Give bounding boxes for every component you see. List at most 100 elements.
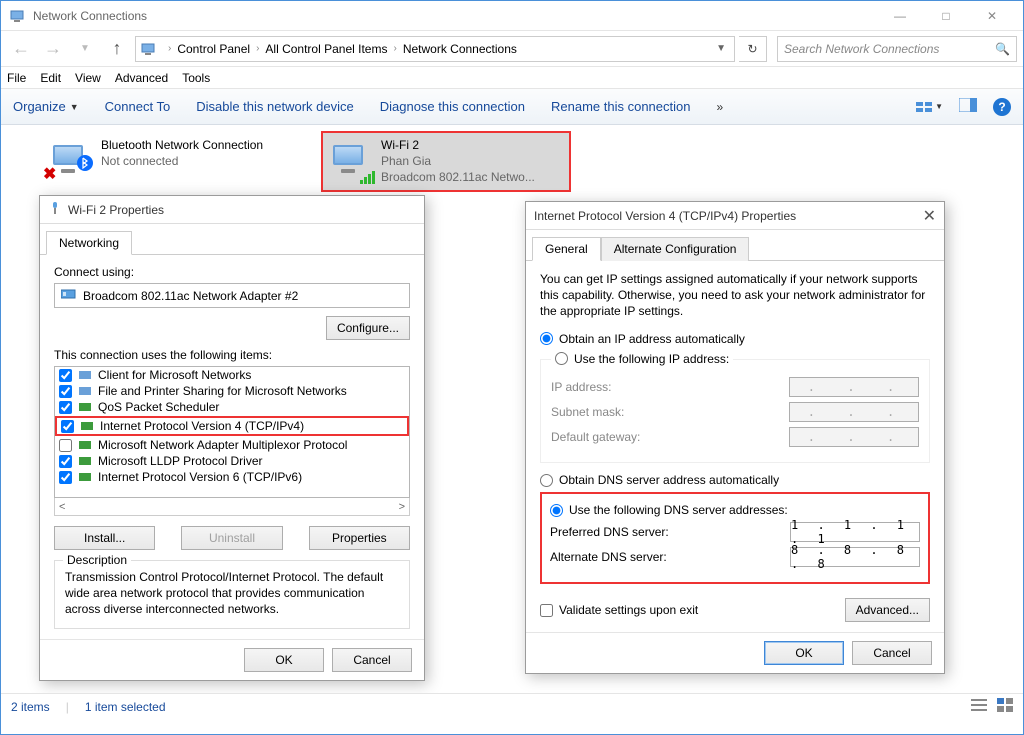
scrollbar-horizontal[interactable]: < > bbox=[54, 498, 410, 516]
maximize-button[interactable]: □ bbox=[923, 1, 969, 31]
back-button[interactable]: ← bbox=[7, 35, 35, 63]
radio-static-dns-row[interactable]: Use the following DNS server addresses: bbox=[550, 503, 920, 517]
radio-static-dns-label: Use the following DNS server addresses: bbox=[569, 503, 788, 517]
protocol-icon bbox=[80, 419, 94, 433]
preview-pane-icon[interactable] bbox=[959, 98, 977, 115]
radio-auto-dns[interactable] bbox=[540, 474, 553, 487]
content-area: ✖ Bluetooth Network Connection Not conne… bbox=[1, 125, 1023, 719]
dialog-titlebar[interactable]: Wi-Fi 2 Properties bbox=[40, 196, 424, 224]
adapter-field: Broadcom 802.11ac Network Adapter #2 bbox=[54, 283, 410, 308]
list-item[interactable]: Client for Microsoft Networks bbox=[55, 367, 409, 383]
radio-auto-dns-row[interactable]: Obtain DNS server address automatically bbox=[540, 473, 930, 487]
list-item[interactable]: Microsoft LLDP Protocol Driver bbox=[55, 453, 409, 469]
dialog-titlebar[interactable]: Internet Protocol Version 4 (TCP/IPv4) P… bbox=[526, 202, 944, 230]
radio-auto-ip-row[interactable]: Obtain an IP address automatically bbox=[540, 332, 930, 346]
cmd-overflow[interactable]: » bbox=[716, 100, 723, 114]
item-checkbox[interactable] bbox=[59, 385, 72, 398]
breadcrumb-item[interactable]: Network Connections bbox=[403, 42, 517, 56]
menu-tools[interactable]: Tools bbox=[182, 71, 210, 85]
alternate-dns-input[interactable]: 8 . 8 . 8 . 8 bbox=[790, 547, 920, 567]
view-details-icon[interactable] bbox=[971, 698, 987, 715]
refresh-button[interactable]: ↻ bbox=[739, 36, 767, 62]
window-title: Network Connections bbox=[33, 9, 147, 23]
cancel-button[interactable]: Cancel bbox=[332, 648, 412, 672]
help-text: You can get IP settings assigned automat… bbox=[540, 271, 930, 320]
validate-checkbox[interactable] bbox=[540, 604, 553, 617]
dialog-buttons: OK Cancel bbox=[40, 639, 424, 680]
minimize-button[interactable]: ― bbox=[877, 1, 923, 31]
gateway-input: . . . bbox=[789, 427, 919, 447]
breadcrumb[interactable]: › Control Panel › All Control Panel Item… bbox=[135, 36, 735, 62]
window-titlebar: Network Connections ― □ ✕ bbox=[1, 1, 1023, 31]
install-button[interactable]: Install... bbox=[54, 526, 155, 550]
cmd-rename[interactable]: Rename this connection bbox=[551, 99, 690, 114]
description-legend: Description bbox=[63, 553, 131, 567]
cmd-connect-to[interactable]: Connect To bbox=[105, 99, 171, 114]
list-item[interactable]: Internet Protocol Version 6 (TCP/IPv6) bbox=[55, 469, 409, 485]
tab-alternate[interactable]: Alternate Configuration bbox=[601, 237, 750, 261]
close-icon[interactable]: ✕ bbox=[923, 206, 936, 226]
breadcrumb-caret-icon[interactable]: ▼ bbox=[716, 43, 730, 54]
cmd-diagnose[interactable]: Diagnose this connection bbox=[380, 99, 525, 114]
status-bar: 2 items | 1 item selected bbox=[1, 693, 1023, 719]
menu-view[interactable]: View bbox=[75, 71, 101, 85]
adapter-icon: ✖ bbox=[47, 137, 91, 181]
cancel-button[interactable]: Cancel bbox=[852, 641, 932, 665]
item-checkbox[interactable] bbox=[59, 439, 72, 452]
list-item[interactable]: File and Printer Sharing for Microsoft N… bbox=[55, 383, 409, 399]
list-item[interactable]: Microsoft Network Adapter Multiplexor Pr… bbox=[55, 437, 409, 453]
ip-address-input: . . . bbox=[789, 377, 919, 397]
description-text: Transmission Control Protocol/Internet P… bbox=[65, 569, 399, 618]
adapter-item-bluetooth[interactable]: ✖ Bluetooth Network Connection Not conne… bbox=[41, 131, 291, 192]
menu-advanced[interactable]: Advanced bbox=[115, 71, 168, 85]
item-checkbox[interactable] bbox=[59, 401, 72, 414]
close-button[interactable]: ✕ bbox=[969, 1, 1015, 31]
nic-icon bbox=[61, 288, 77, 303]
view-options-icon[interactable]: ▼ bbox=[916, 100, 943, 114]
scroll-right-icon[interactable]: > bbox=[399, 501, 405, 513]
radio-static-ip[interactable] bbox=[555, 352, 568, 365]
list-item-ipv4[interactable]: Internet Protocol Version 4 (TCP/IPv4) bbox=[55, 416, 409, 436]
item-label: Internet Protocol Version 6 (TCP/IPv6) bbox=[98, 470, 302, 484]
up-button[interactable]: ↑ bbox=[103, 35, 131, 63]
breadcrumb-item[interactable]: All Control Panel Items bbox=[265, 42, 387, 56]
item-checkbox[interactable] bbox=[61, 420, 74, 433]
tab-networking[interactable]: Networking bbox=[46, 231, 132, 255]
adapter-item-wifi[interactable]: Wi-Fi 2 Phan Gia Broadcom 802.11ac Netwo… bbox=[321, 131, 571, 192]
item-checkbox[interactable] bbox=[59, 455, 72, 468]
ok-button[interactable]: OK bbox=[764, 641, 844, 665]
dialog-body: You can get IP settings assigned automat… bbox=[526, 261, 944, 632]
protocol-icon bbox=[78, 438, 92, 452]
radio-auto-dns-label: Obtain DNS server address automatically bbox=[559, 473, 779, 487]
preferred-dns-input[interactable]: 1 . 1 . 1 . 1 bbox=[790, 522, 920, 542]
wifi-properties-dialog: Wi-Fi 2 Properties Networking Connect us… bbox=[39, 195, 425, 681]
cmd-disable-device[interactable]: Disable this network device bbox=[196, 99, 354, 114]
advanced-button[interactable]: Advanced... bbox=[845, 598, 930, 622]
organize-menu[interactable]: Organize ▼ bbox=[13, 99, 79, 114]
search-input[interactable]: Search Network Connections 🔍 bbox=[777, 36, 1017, 62]
item-checkbox[interactable] bbox=[59, 369, 72, 382]
ok-button[interactable]: OK bbox=[244, 648, 324, 672]
search-icon[interactable]: 🔍 bbox=[995, 42, 1010, 56]
breadcrumb-item[interactable]: Control Panel bbox=[177, 42, 250, 56]
view-large-icons-icon[interactable] bbox=[997, 698, 1013, 715]
item-checkbox[interactable] bbox=[59, 471, 72, 484]
item-properties-button[interactable]: Properties bbox=[309, 526, 410, 550]
menu-file[interactable]: File bbox=[7, 71, 26, 85]
radio-auto-ip[interactable] bbox=[540, 332, 553, 345]
tab-general[interactable]: General bbox=[532, 237, 601, 261]
list-item[interactable]: QoS Packet Scheduler bbox=[55, 399, 409, 415]
radio-static-dns[interactable] bbox=[550, 504, 563, 517]
item-label: QoS Packet Scheduler bbox=[98, 400, 219, 414]
help-icon[interactable]: ? bbox=[993, 98, 1011, 116]
forward-button[interactable]: → bbox=[39, 35, 67, 63]
protocol-listbox[interactable]: Client for Microsoft Networks File and P… bbox=[54, 366, 410, 498]
configure-button[interactable]: Configure... bbox=[326, 316, 410, 340]
scroll-left-icon[interactable]: < bbox=[59, 501, 65, 513]
bluetooth-badge-icon bbox=[77, 155, 93, 171]
recent-dropdown[interactable]: ▼ bbox=[71, 35, 99, 63]
gateway-label: Default gateway: bbox=[551, 430, 789, 444]
menu-edit[interactable]: Edit bbox=[40, 71, 61, 85]
signal-badge-icon bbox=[360, 170, 375, 184]
radio-static-ip-label: Use the following IP address: bbox=[574, 352, 729, 366]
